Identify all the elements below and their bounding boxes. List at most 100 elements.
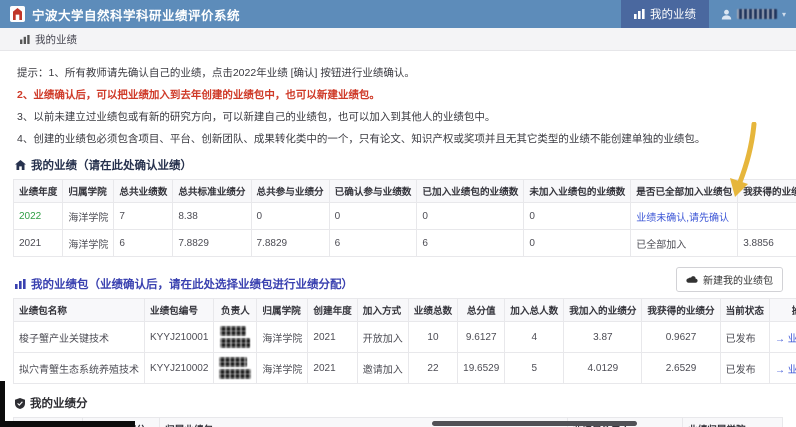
section-my-performance-label: 我的业绩（请在此处确认业绩）: [31, 157, 192, 173]
cell-my-score: [738, 203, 796, 230]
cell-std-score: 7.8829: [173, 230, 251, 257]
notice-line-1: 提示：1、所有教师请先确认自己的业绩，点击2022年业绩 [确认] 按钮进行业绩…: [17, 65, 779, 80]
navbar-right: 我的业绩 ▾: [621, 0, 796, 28]
cell-year: 2021: [308, 322, 357, 353]
section-points-title: 我的业绩分: [15, 395, 781, 411]
cell-my-score: 3.8856: [738, 230, 796, 257]
cell-part-score: 7.8829: [251, 230, 329, 257]
cell-year: 2021: [14, 230, 63, 257]
cell-notjoined-count: 0: [524, 230, 631, 257]
col-header: 负责人: [214, 299, 257, 322]
cell-total-count: 6: [114, 230, 173, 257]
cell-total: 22: [408, 353, 457, 384]
col-header: 业绩总数: [408, 299, 457, 322]
manage-performance-link[interactable]: → 业绩管理: [769, 353, 796, 384]
cell-year: 2021: [308, 353, 357, 384]
col-header: 我加入的业绩分: [564, 299, 642, 322]
table-row-2021: 2021 海洋学院 6 7.8829 7.8829 6 6 0 已全部加入 3.…: [14, 230, 796, 257]
manage-performance-link[interactable]: → 业绩管理: [769, 322, 796, 353]
cloud-upload-icon: [686, 275, 698, 284]
packages-table: 业绩包名称 业绩包编号 负责人 归属学院 创建年度 加入方式 业绩总数 总分值 …: [13, 298, 796, 384]
section-packages-title: 我的业绩包（业绩确认后，请在此处选择业绩包进行业绩分配）: [15, 276, 353, 292]
cell-my-joined: 4.0129: [564, 353, 642, 384]
cell-package-name: 拟穴青蟹生态系统养殖技术: [14, 353, 145, 384]
cell-joined-count: 0: [417, 203, 524, 230]
table-header-row: 业绩包名称 业绩包编号 负责人 归属学院 创建年度 加入方式 业绩总数 总分值 …: [14, 299, 796, 322]
col-header: 已加入业绩包的业绩数: [417, 180, 524, 203]
table-header-row: 业绩年度 归属学院 总共业绩数 总共标准业绩分 总共参与业绩分 已确认参与业绩数…: [14, 180, 796, 203]
horizontal-scrollbar-thumb[interactable]: [432, 421, 637, 426]
table-header-row: 考核年度 获得的业绩分 归属业绩包 业绩包负责人 业绩归属学院: [14, 418, 783, 427]
col-header: 当前状态: [720, 299, 769, 322]
points-table: 考核年度 获得的业绩分 归属业绩包 业绩包负责人 业绩归属学院 2021 0.9…: [13, 417, 783, 427]
bar-chart-icon: [634, 9, 645, 19]
col-header: 考核年度: [14, 418, 83, 427]
notice-line-2: 2、业绩确认后，可以把业绩加入到去年创建的业绩包中，也可以新建业绩包。: [17, 87, 779, 102]
col-header: 我获得的业绩分: [642, 299, 720, 322]
user-name-redacted: [737, 9, 777, 19]
table-row-2022: 2022 海洋学院 7 8.38 0 0 0 0 业绩未确认,请先确认 › 确认…: [14, 203, 796, 230]
cell-college: 海洋学院: [63, 203, 114, 230]
cell-score: 19.6529: [458, 353, 505, 384]
breadcrumb-label: 我的业绩: [35, 32, 77, 47]
section-packages-header: 我的业绩包（业绩确认后，请在此处选择业绩包进行业绩分配） 新建我的业绩包: [13, 267, 783, 292]
user-menu[interactable]: ▾: [709, 9, 796, 20]
package-row: 梭子蟹产业关键技术 KYYJ210001 海洋学院 2021 开放加入 10 9…: [14, 322, 796, 353]
col-header: 已确认参与业绩数: [329, 180, 417, 203]
cell-package-name: 梭子蟹产业关键技术: [14, 322, 145, 353]
cell-members: 4: [505, 322, 564, 353]
col-header: 总分值: [458, 299, 505, 322]
col-header: 加入方式: [357, 299, 408, 322]
cell-college: 海洋学院: [63, 230, 114, 257]
notice-line-4: 4、创建的业绩包必须包含项目、平台、创新团队、成果转化类中的一个，只有论文、知识…: [17, 131, 779, 146]
cell-status: 已发布: [720, 322, 769, 353]
col-header: 加入总人数: [505, 299, 564, 322]
cell-notjoined-count: 0: [524, 203, 631, 230]
bar-chart-icon: [15, 279, 26, 289]
main-content: 提示：1、所有教师请先确认自己的业绩，点击2022年业绩 [确认] 按钮进行业绩…: [0, 51, 796, 427]
bar-chart-icon: [20, 35, 30, 44]
cell-college: 海洋学院: [257, 353, 308, 384]
notice-line-3: 3、以前未建立过业绩包或有新的研究方向，可以新建自己的业绩包，也可以加入到其他人…: [17, 109, 779, 124]
cell-score: 9.6127: [458, 322, 505, 353]
col-header: 总共参与业绩分: [251, 180, 329, 203]
cell-total: 10: [408, 322, 457, 353]
col-header: 未加入业绩包的业绩数: [524, 180, 631, 203]
col-header: 业绩包编号: [145, 299, 214, 322]
cell-package-code: KYYJ210001: [145, 322, 214, 353]
col-header: 归属学院: [257, 299, 308, 322]
cell-members: 5: [505, 353, 564, 384]
col-header: 操作: [769, 299, 796, 322]
new-package-label: 新建我的业绩包: [703, 272, 773, 287]
person-icon: [721, 9, 732, 20]
chevron-down-icon: ▾: [782, 10, 786, 19]
cell-std-score: 8.38: [173, 203, 251, 230]
col-header: 是否已全部加入业绩包: [631, 180, 738, 203]
col-header: 业绩归属学院: [683, 418, 783, 427]
col-header: 业绩年度: [14, 180, 63, 203]
cell-join-mode: 开放加入: [357, 322, 408, 353]
performance-table: 业绩年度 归属学院 总共业绩数 总共标准业绩分 总共参与业绩分 已确认参与业绩数…: [13, 179, 796, 257]
col-header: 总共业绩数: [114, 180, 173, 203]
app-window: 宁波大学自然科学科研业绩评价系统 我的业绩 ▾ 我的业绩 提示：1、所有教师请先…: [0, 0, 796, 427]
shield-check-icon: [15, 398, 25, 409]
section-packages-label: 我的业绩包（业绩确认后，请在此处选择业绩包进行业绩分配）: [31, 276, 353, 292]
cell-join-mode: 邀请加入: [357, 353, 408, 384]
cell-my-joined: 3.87: [564, 322, 642, 353]
col-header: 获得的业绩分: [83, 418, 160, 427]
confirm-first-link[interactable]: 业绩未确认,请先确认: [631, 203, 738, 230]
nav-my-performance-button[interactable]: 我的业绩: [621, 0, 709, 28]
section-my-performance-title: 我的业绩（请在此处确认业绩）: [15, 157, 781, 173]
cell-part-score: 0: [251, 203, 329, 230]
cell-leader-redacted: [214, 322, 257, 353]
cell-leader-redacted: [214, 353, 257, 384]
col-header: 总共标准业绩分: [173, 180, 251, 203]
cell-confirmed-count: 0: [329, 203, 417, 230]
university-logo-icon: [10, 6, 25, 22]
col-header: 归属学院: [63, 180, 114, 203]
top-navbar: 宁波大学自然科学科研业绩评价系统 我的业绩 ▾: [0, 0, 796, 28]
new-package-button[interactable]: 新建我的业绩包: [676, 267, 783, 292]
package-row: 拟穴青蟹生态系统养殖技术 KYYJ210002 海洋学院 2021 邀请加入 2…: [14, 353, 796, 384]
col-header: 我获得的业绩分: [738, 180, 796, 203]
cell-joined-count: 6: [417, 230, 524, 257]
